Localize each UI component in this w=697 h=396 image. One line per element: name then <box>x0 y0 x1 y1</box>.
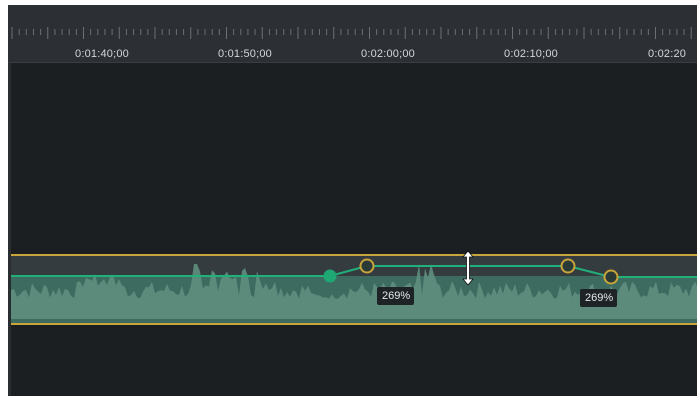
ruler-label-1-50: 0:01:50;00 <box>218 48 272 60</box>
ruler-label-2-00: 0:02:00;00 <box>361 48 415 60</box>
volume-keyframe-2[interactable] <box>359 258 375 274</box>
volume-keyframe-3[interactable] <box>560 258 576 274</box>
time-ruler[interactable]: 0:01:40;00 0:01:50;00 0:02:00;00 0:02:10… <box>8 5 697 63</box>
volume-keyframe-1[interactable] <box>323 269 337 283</box>
volume-percent-label-left: 269% <box>377 287 415 305</box>
timeline-panel: 0:01:40;00 0:01:50;00 0:02:00;00 0:02:10… <box>8 5 697 396</box>
volume-keyframe-4[interactable] <box>603 269 619 285</box>
ruler-label-2-20: 0:02:20 <box>648 48 687 60</box>
track-area[interactable]: 269% 269% <box>8 63 697 396</box>
vertical-resize-icon <box>462 250 474 286</box>
ruler-ticks <box>11 27 692 39</box>
ruler-label-1-40: 0:01:40;00 <box>75 48 129 60</box>
ruler-label-2-10: 0:02:10;00 <box>504 48 558 60</box>
volume-percent-label-right: 269% <box>580 289 618 307</box>
audio-clip[interactable]: 269% 269% <box>11 254 697 325</box>
